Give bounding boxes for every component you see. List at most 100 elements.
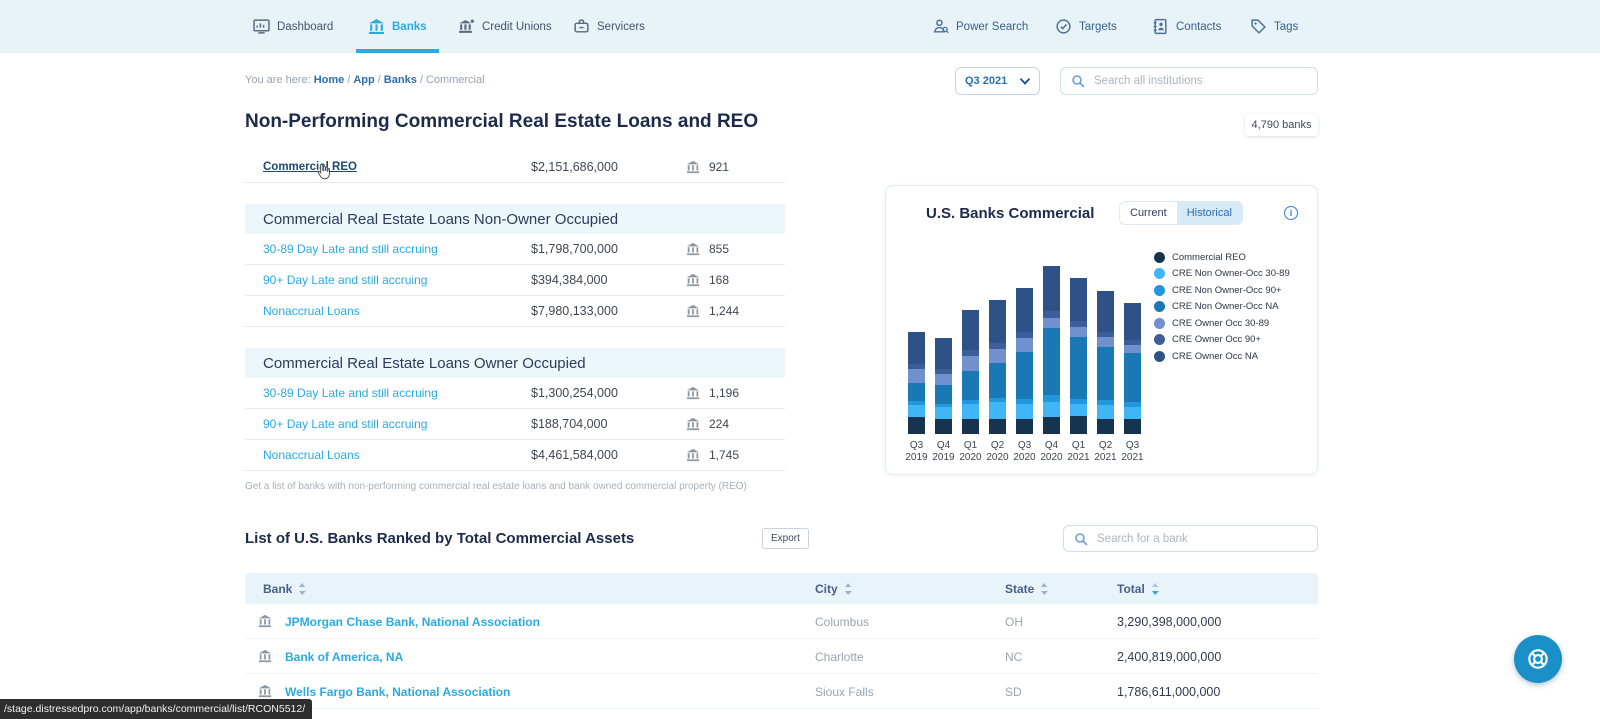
briefcase-icon — [573, 18, 590, 35]
dashboard-icon — [253, 18, 270, 35]
bank-list-title: List of U.S. Banks Ranked by Total Comme… — [245, 530, 635, 547]
bar-segment — [1124, 353, 1141, 403]
legend-color-dot — [1154, 284, 1165, 296]
stacked-bar-q2-2020[interactable] — [989, 299, 1006, 434]
breadcrumb-prefix: You are here: — [245, 74, 311, 86]
legend-color-dot — [1154, 301, 1165, 313]
nav-item-power-search[interactable]: Power Search — [932, 0, 1028, 53]
sort-icon — [298, 582, 307, 595]
breadcrumb-link-app[interactable]: App — [353, 74, 374, 86]
bar-segment — [1043, 328, 1060, 396]
stacked-bar-q2-2021[interactable] — [1097, 291, 1114, 434]
nav-item-banks[interactable]: Banks — [356, 0, 438, 53]
bar-segment — [989, 299, 1006, 344]
stacked-bar-q3-2020[interactable] — [1016, 287, 1033, 434]
column-header-bank[interactable]: Bank — [263, 573, 307, 604]
legend-label: CRE Non Owner-Occ 30-89 — [1172, 268, 1290, 280]
stacked-bar-q4-2019[interactable] — [935, 338, 952, 434]
legend-item: Commercial REO — [1154, 249, 1290, 266]
bar-segment — [962, 418, 979, 434]
search-bank-input[interactable]: Search for a bank — [1063, 525, 1318, 552]
legend-color-dot — [1154, 268, 1165, 280]
bar-segment — [962, 371, 979, 400]
sort-icon — [844, 582, 852, 595]
legend-label: CRE Owner Occ 30-89 — [1172, 317, 1270, 329]
bank-icon — [686, 242, 700, 256]
bank-total: 2,400,819,000,000 — [1117, 649, 1222, 664]
metric-link[interactable]: 30-89 Day Late and still accruing — [263, 386, 438, 400]
stacked-bar-q1-2021[interactable] — [1070, 277, 1087, 434]
stacked-bar-q4-2020[interactable] — [1043, 266, 1060, 434]
metric-row: 30-89 Day Late and still accruing $1,300,… — [245, 378, 785, 409]
bank-icon — [258, 649, 273, 664]
column-header-label: Total — [1117, 581, 1145, 596]
breadcrumb-link-home[interactable]: Home — [314, 74, 345, 86]
bar-segment — [935, 407, 952, 419]
metric-link[interactable]: Nonaccrual Loans — [263, 304, 360, 318]
metric-amount: $1,300,254,000 — [531, 386, 618, 400]
metrics-footnote: Get a list of banks with non-performing … — [245, 481, 747, 492]
column-header-total[interactable]: Total — [1117, 573, 1159, 604]
nav-item-targets[interactable]: Targets — [1055, 0, 1117, 53]
breadcrumb-separator: / — [419, 74, 423, 86]
bank-state: OH — [1005, 614, 1023, 629]
bank-icon — [368, 18, 385, 35]
bar-segment — [908, 417, 925, 434]
column-header-state[interactable]: State — [1005, 573, 1049, 604]
export-button[interactable]: Export — [762, 528, 809, 549]
bank-icon — [258, 614, 273, 629]
breadcrumb-link-banks[interactable]: Banks — [384, 74, 417, 86]
bank-icon — [686, 304, 700, 318]
metric-link[interactable]: 90+ Day Late and still accruing — [263, 273, 427, 287]
nav-item-label: Banks — [392, 20, 427, 33]
x-axis-label: Q3 2020 — [1013, 440, 1036, 463]
banks-count-badge: 4,790 banks — [1245, 114, 1318, 136]
bank-state: NC — [1005, 649, 1023, 664]
bar-segment — [1124, 407, 1141, 419]
bank-table-row: Wells Fargo Bank, National Association Si… — [245, 674, 1318, 709]
stacked-bar-q3-2019[interactable] — [908, 331, 925, 434]
nav-item-contacts[interactable]: Contacts — [1152, 0, 1221, 53]
help-button[interactable] — [1514, 635, 1562, 683]
legend-color-dot — [1154, 251, 1165, 263]
nav-item-credit-unions[interactable]: Credit Unions — [458, 0, 552, 53]
bar-segment — [989, 418, 1006, 434]
column-header-label: State — [1005, 581, 1035, 596]
quarter-dropdown-value: Q3 2021 — [965, 75, 1008, 87]
bar-segment — [1043, 266, 1060, 312]
bar-segment — [1070, 326, 1087, 337]
bar-segment — [1097, 418, 1114, 434]
bar-segment — [1124, 303, 1141, 340]
nav-item-label: Credit Unions — [482, 20, 552, 33]
metric-link[interactable]: 30-89 Day Late and still accruing — [263, 242, 438, 256]
chart-legend: Commercial REO CRE Non Owner-Occ 30-89 CRE… — [1154, 249, 1290, 365]
bar-segment — [1016, 351, 1033, 399]
metric-link[interactable]: Commercial REO — [263, 161, 357, 173]
stacked-bar-q3-2021[interactable] — [1124, 303, 1141, 434]
search-institutions-input[interactable]: Search all institutions — [1060, 67, 1318, 95]
metric-link[interactable]: Nonaccrual Loans — [263, 448, 360, 462]
bank-table-row: Bank of America, NA Charlotte NC 2,400,819,… — [245, 639, 1318, 674]
nav-item-servicers[interactable]: Servicers — [573, 0, 645, 53]
column-header-city[interactable]: City — [815, 573, 852, 604]
bank-table-row: JPMorgan Chase Bank, National Associatio… — [245, 604, 1318, 639]
metric-bank-count: 1,244 — [686, 304, 739, 318]
bar-segment — [1016, 403, 1033, 419]
metric-link[interactable]: 90+ Day Late and still accruing — [263, 417, 427, 431]
bar-segment — [989, 349, 1006, 363]
chevron-down-icon — [1020, 77, 1030, 85]
quarter-dropdown[interactable]: Q3 2021 — [955, 67, 1040, 95]
stacked-bar-q1-2020[interactable] — [962, 309, 979, 434]
metric-bank-count: 1,745 — [686, 448, 739, 462]
column-header-label: City — [815, 581, 838, 596]
bank-name-link[interactable]: Bank of America, NA — [285, 639, 403, 674]
bank-name-link[interactable]: Wells Fargo Bank, National Association — [285, 674, 510, 709]
address-book-icon — [1152, 18, 1169, 35]
nav-item-tags[interactable]: Tags — [1250, 0, 1298, 53]
bank-name-link[interactable]: JPMorgan Chase Bank, National Associatio… — [285, 604, 540, 639]
bar-segment — [1097, 346, 1114, 401]
nav-item-dashboard[interactable]: Dashboard — [253, 0, 333, 53]
legend-label: CRE Owner Occ 90+ — [1172, 334, 1261, 346]
bar-segment — [1016, 331, 1033, 339]
person-search-icon — [932, 18, 949, 35]
